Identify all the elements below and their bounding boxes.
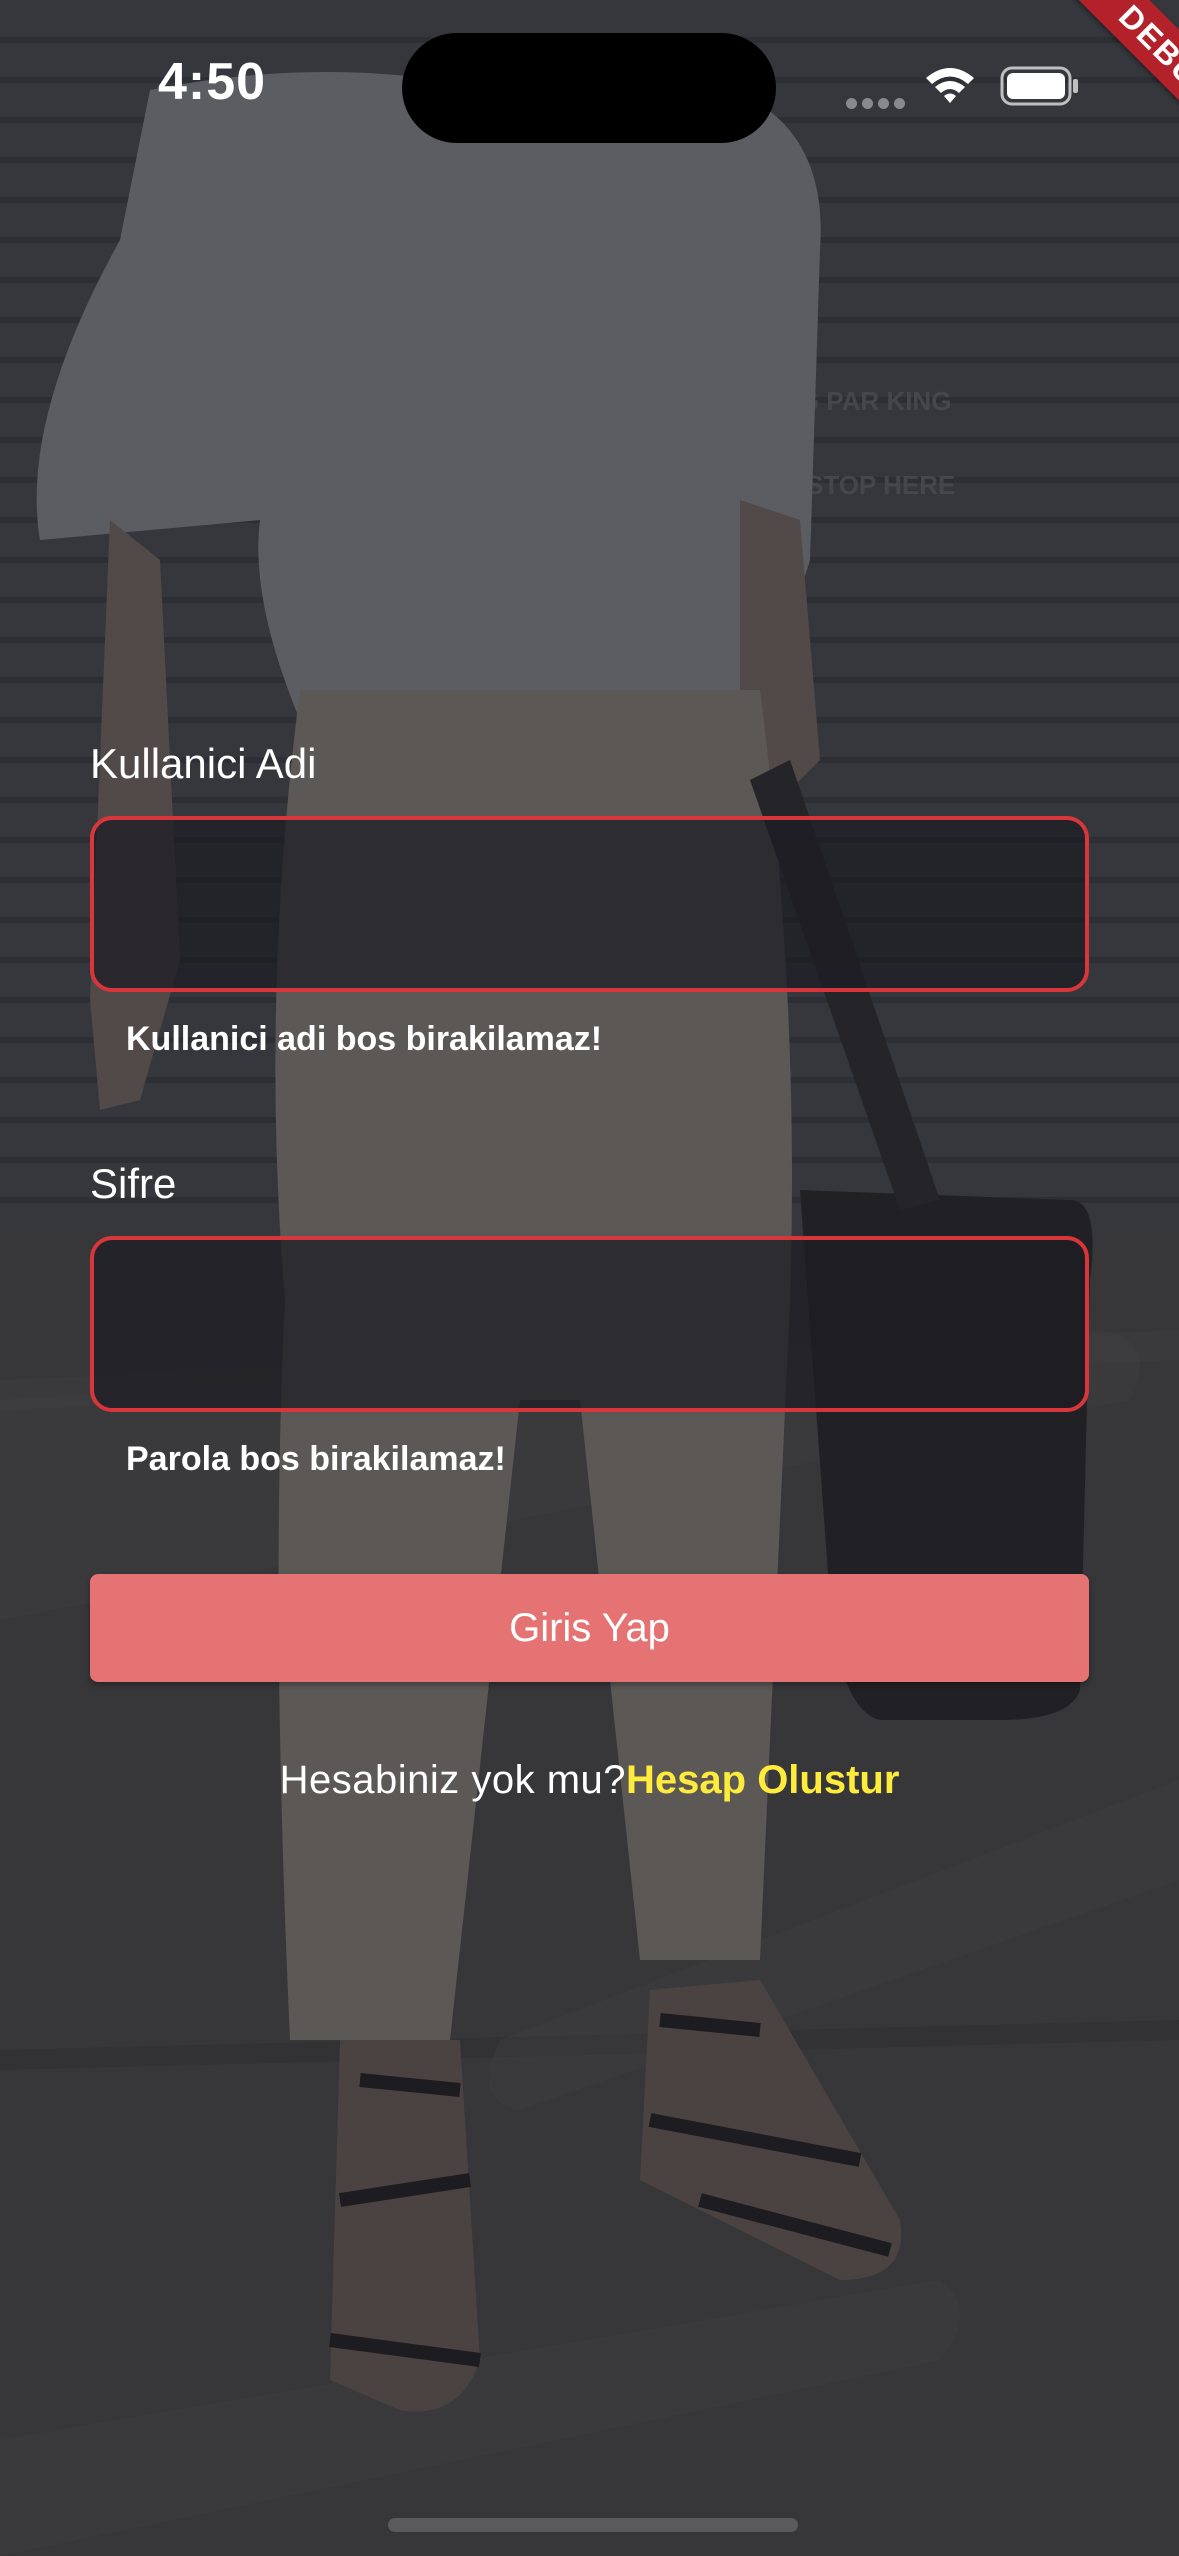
create-account-link[interactable]: Hesap Olustur	[626, 1758, 899, 1802]
username-input[interactable]	[94, 820, 1085, 988]
username-field-container	[90, 816, 1089, 992]
debug-banner: DEBUG	[999, 0, 1179, 180]
login-button[interactable]: Giris Yap	[90, 1574, 1089, 1682]
signup-prompt: Hesabiniz yok mu?	[279, 1758, 627, 1802]
status-time: 4:50	[158, 53, 267, 111]
dynamic-island	[402, 33, 776, 143]
password-error: Parola bos birakilamaz!	[126, 1440, 506, 1478]
wifi-icon	[926, 68, 974, 103]
signal-dots-icon	[846, 96, 910, 114]
password-group: Sifre Parola bos birakilamaz!	[90, 1160, 1089, 1479]
password-field-container	[90, 1236, 1089, 1412]
signup-row: Hesabiniz yok mu?Hesap Olustur	[90, 1758, 1089, 1803]
username-label: Kullanici Adi	[90, 740, 317, 787]
debug-label: DEBUG	[1045, 0, 1179, 179]
password-label: Sifre	[90, 1160, 177, 1207]
password-input[interactable]	[94, 1240, 1085, 1408]
username-error: Kullanici adi bos birakilamaz!	[126, 1020, 603, 1058]
home-indicator[interactable]	[388, 2518, 798, 2532]
username-group: Kullanici Adi Kullanici adi bos birakila…	[90, 740, 1089, 1059]
